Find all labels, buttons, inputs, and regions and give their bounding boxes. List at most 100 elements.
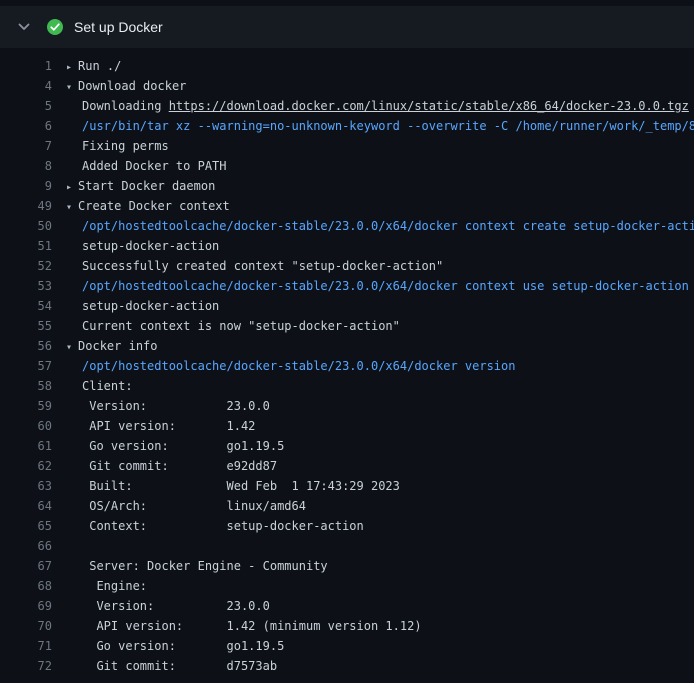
log-text: Git commit: d7573ab	[82, 659, 277, 673]
line-number[interactable]: 65	[0, 516, 52, 536]
line-number[interactable]: 60	[0, 416, 52, 436]
line-number[interactable]: 67	[0, 556, 52, 576]
log-line[interactable]: 66	[0, 536, 694, 556]
log-line[interactable]: 62 Git commit: e92dd87	[0, 456, 694, 476]
log-line[interactable]: 49▾Create Docker context	[0, 196, 694, 216]
line-number[interactable]: 56	[0, 336, 52, 356]
collapse-group-icon[interactable]: ▾	[66, 78, 72, 96]
command-text: /opt/hostedtoolcache/docker-stable/23.0.…	[82, 219, 694, 233]
expand-group-icon[interactable]: ▸	[66, 58, 72, 76]
line-number[interactable]: 50	[0, 216, 52, 236]
log-line[interactable]: 4▾Download docker	[0, 76, 694, 96]
line-number[interactable]: 68	[0, 576, 52, 596]
log-line-content: Git commit: d7573ab	[52, 656, 277, 676]
line-number[interactable]: 49	[0, 196, 52, 216]
line-number[interactable]: 55	[0, 316, 52, 336]
log-text: OS/Arch: linux/amd64	[82, 499, 306, 513]
log-line[interactable]: 7 Fixing perms	[0, 136, 694, 156]
log-line[interactable]: 5Downloading https://download.docker.com…	[0, 96, 694, 116]
line-number[interactable]: 71	[0, 636, 52, 656]
log-line[interactable]: 64 OS/Arch: linux/amd64	[0, 496, 694, 516]
log-line[interactable]: 1 ▸ Run ./	[0, 56, 694, 76]
log-line-content: Downloading https://download.docker.com/…	[52, 96, 689, 116]
log-line[interactable]: 59 Version: 23.0.0	[0, 396, 694, 416]
log-line[interactable]: 53/opt/hostedtoolcache/docker-stable/23.…	[0, 276, 694, 296]
line-number[interactable]: 63	[0, 476, 52, 496]
log-line[interactable]: 60 API version: 1.42	[0, 416, 694, 436]
log-line[interactable]: 65 Context: setup-docker-action	[0, 516, 694, 536]
line-number[interactable]: 4	[0, 76, 52, 96]
line-number[interactable]: 1	[0, 56, 52, 76]
log-lines: 1▸Run ./4▾Download docker5Downloading ht…	[0, 56, 694, 676]
log-line-content: setup-docker-action	[52, 296, 219, 316]
collapse-group-icon[interactable]: ▾	[66, 198, 72, 216]
expand-group-icon[interactable]: ▸	[66, 178, 72, 196]
line-number[interactable]: 59	[0, 396, 52, 416]
line-number[interactable]: 52	[0, 256, 52, 276]
log-line[interactable]: 51setup-docker-action	[0, 236, 694, 256]
line-number[interactable]: 6	[0, 116, 52, 136]
log-line[interactable]: 68 Engine:	[0, 576, 694, 596]
line-number[interactable]: 66	[0, 536, 52, 556]
log-line[interactable]: 69 Version: 23.0.0	[0, 596, 694, 616]
line-number[interactable]: 54	[0, 296, 52, 316]
line-number[interactable]: 51	[0, 236, 52, 256]
line-number[interactable]: 62	[0, 456, 52, 476]
log-line[interactable]: 50/opt/hostedtoolcache/docker-stable/23.…	[0, 216, 694, 236]
log-link[interactable]: https://download.docker.com/linux/static…	[169, 99, 689, 113]
log-line-content: Context: setup-docker-action	[52, 516, 364, 536]
line-number[interactable]: 70	[0, 616, 52, 636]
log-line[interactable]: 67 Server: Docker Engine - Community	[0, 556, 694, 576]
log-line-content: API version: 1.42	[52, 416, 255, 436]
group-header-content: ▸ Run ./	[52, 56, 121, 76]
log-text: API version: 1.42	[82, 419, 255, 433]
line-number[interactable]: 57	[0, 356, 52, 376]
line-number[interactable]: 72	[0, 656, 52, 676]
line-number[interactable]: 61	[0, 436, 52, 456]
log-line[interactable]: 63 Built: Wed Feb 1 17:43:29 2023	[0, 476, 694, 496]
log-line[interactable]: 54setup-docker-action	[0, 296, 694, 316]
log-line-content: /opt/hostedtoolcache/docker-stable/23.0.…	[52, 216, 694, 236]
log-text: Git commit: e92dd87	[82, 459, 277, 473]
collapse-group-icon[interactable]: ▾	[66, 338, 72, 356]
step-title: Set up Docker	[74, 19, 163, 35]
log-text: Go version: go1.19.5	[82, 639, 284, 653]
log-line[interactable]: 58Client:	[0, 376, 694, 396]
log-line[interactable]: 8Added Docker to PATH	[0, 156, 694, 176]
log-text: Successfully created context "setup-dock…	[82, 259, 443, 273]
log-line[interactable]: 9▸Start Docker daemon	[0, 176, 694, 196]
log-line[interactable]: 55Current context is now "setup-docker-a…	[0, 316, 694, 336]
command-text: /opt/hostedtoolcache/docker-stable/23.0.…	[82, 279, 689, 293]
chevron-down-icon[interactable]	[16, 19, 32, 35]
group-header-content: ▾Create Docker context	[52, 196, 230, 216]
log-line-content	[52, 536, 82, 556]
line-number[interactable]: 7	[0, 136, 52, 156]
log-line[interactable]: 61 Go version: go1.19.5	[0, 436, 694, 456]
line-number[interactable]: 53	[0, 276, 52, 296]
log-line[interactable]: 70 API version: 1.42 (minimum version 1.…	[0, 616, 694, 636]
success-check-icon	[46, 18, 64, 36]
log-line-content: Server: Docker Engine - Community	[52, 556, 328, 576]
line-number[interactable]: 8	[0, 156, 52, 176]
log-line[interactable]: 56 ▾ Docker info	[0, 336, 694, 356]
log-line[interactable]: 6/usr/bin/tar xz --warning=no-unknown-ke…	[0, 116, 694, 136]
line-number[interactable]: 9	[0, 176, 52, 196]
line-number[interactable]: 5	[0, 96, 52, 116]
log-text: Version: 23.0.0	[82, 599, 270, 613]
log-text: Fixing perms	[82, 139, 169, 153]
log-text: Docker info	[78, 339, 157, 353]
log-line-content: Successfully created context "setup-dock…	[52, 256, 443, 276]
log-text: Run ./	[78, 59, 121, 73]
step-header[interactable]: Set up Docker	[0, 6, 694, 48]
log-line[interactable]: 52 Successfully created context "setup-do…	[0, 256, 694, 276]
log-line[interactable]: 72 Git commit: d7573ab	[0, 656, 694, 676]
log-line[interactable]: 71 Go version: go1.19.5	[0, 636, 694, 656]
line-number[interactable]: 58	[0, 376, 52, 396]
line-number[interactable]: 69	[0, 596, 52, 616]
log-text: Context: setup-docker-action	[82, 519, 364, 533]
log-line-content: OS/Arch: linux/amd64	[52, 496, 306, 516]
log-line[interactable]: 57/opt/hostedtoolcache/docker-stable/23.…	[0, 356, 694, 376]
command-text: /usr/bin/tar xz --warning=no-unknown-key…	[82, 119, 694, 133]
line-number[interactable]: 64	[0, 496, 52, 516]
log-line-content: Go version: go1.19.5	[52, 636, 284, 656]
